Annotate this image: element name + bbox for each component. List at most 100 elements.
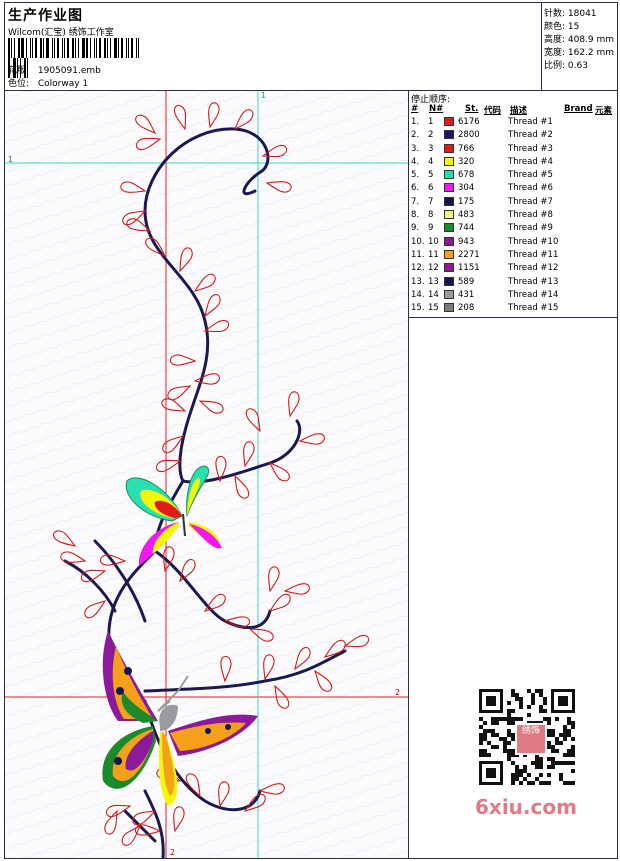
row-code: 1151 — [458, 263, 480, 274]
row-code: 431 — [458, 289, 475, 300]
color-swatch — [444, 196, 454, 206]
barcode-bar — [96, 38, 97, 58]
col-stop: St. — [465, 104, 479, 114]
row-desc: Thread #2 — [508, 130, 553, 141]
design-height: 高度: 408.9 mm — [544, 35, 615, 45]
barcode-bar — [99, 38, 101, 58]
embroidery-drawing — [5, 91, 408, 858]
barcode-bar — [11, 38, 12, 58]
thread-row: 4. 4 320 Thread #4 — [409, 156, 617, 169]
barcode-bar — [126, 38, 127, 58]
barcode-bar — [131, 38, 133, 58]
row-number: 3 — [428, 143, 434, 154]
row-index: 11. — [411, 249, 425, 260]
thread-row: 9. 9 744 Thread #9 — [409, 222, 617, 235]
row-code: 766 — [458, 143, 475, 154]
design-stats: 针数: 18041 颜色: 15 高度: 408.9 mm 宽度: 162.2 … — [542, 3, 617, 90]
row-desc: Thread #1 — [508, 117, 553, 127]
design-width: 宽度: 162.2 mm — [544, 48, 615, 58]
color-swatch — [444, 249, 454, 259]
row-code: 175 — [458, 196, 475, 207]
barcode-bar — [136, 38, 137, 58]
color-swatch — [444, 170, 454, 180]
row-code: 943 — [458, 236, 475, 247]
barcode-bar — [128, 38, 129, 58]
row-index: 3. — [411, 143, 420, 154]
row-code: 744 — [458, 223, 475, 234]
colorway-value: Colorway 1 — [37, 79, 89, 89]
barcode-bar — [43, 38, 44, 58]
thread-row: 10. 10 943 Thread #10 — [409, 236, 617, 249]
design-file-label: 花版: — [8, 66, 30, 76]
row-desc: Thread #8 — [508, 210, 553, 221]
row-desc: Thread #5 — [508, 170, 553, 181]
barcode-bar — [67, 38, 69, 58]
barcode-bar — [86, 38, 88, 58]
barcode-bar — [104, 38, 106, 58]
barcode-bar — [62, 38, 63, 58]
thread-row: 13. 13 589 Thread #13 — [409, 276, 617, 289]
row-number: 9 — [428, 223, 434, 234]
guide-label-v2: 2 — [170, 848, 176, 857]
barcode-bar — [75, 38, 76, 58]
row-index: 13. — [411, 276, 425, 287]
barcode-bar — [72, 38, 74, 58]
barcode-bar — [35, 38, 37, 58]
color-swatch — [444, 236, 454, 246]
color-swatch — [444, 143, 454, 153]
col-brand: Brand — [564, 104, 593, 114]
row-code: 208 — [458, 303, 475, 314]
barcode-bar — [8, 38, 10, 58]
stitch-count: 针数: 18041 — [544, 9, 597, 19]
color-swatch — [444, 156, 454, 166]
thread-list-divider — [409, 317, 617, 318]
thread-panel: 停止顺序: # N# St. 代码 描述 Brand 元素 1. 1 6176 Thr… — [409, 91, 617, 858]
color-swatch — [444, 263, 454, 273]
barcode-bar — [18, 38, 20, 58]
row-code: 2271 — [458, 249, 480, 260]
row-code: 483 — [458, 210, 475, 221]
barcode-bar — [30, 38, 31, 58]
qr-stamp: 绣饰 — [515, 723, 547, 755]
thread-row: 1. 1 6176 Thread #1 — [409, 116, 617, 129]
barcode-bar — [21, 38, 24, 58]
site-logo: 6xiu.com — [475, 795, 577, 819]
row-number: 8 — [428, 210, 434, 221]
guide-label-h2: 2 — [395, 688, 401, 697]
row-index: 4. — [411, 156, 420, 167]
color-swatch — [444, 276, 454, 286]
row-code: 320 — [458, 156, 475, 167]
col-number: N# — [429, 104, 444, 114]
colorway-label: 色位: — [8, 79, 30, 89]
design-file-line: 花版: 1905091.emb — [8, 63, 101, 76]
thread-row: 3. 3 766 Thread #3 — [409, 143, 617, 156]
row-desc: Thread #6 — [508, 183, 553, 194]
row-index: 15. — [411, 303, 425, 314]
row-number: 12 — [428, 263, 439, 274]
row-desc: Thread #13 — [508, 276, 559, 287]
row-index: 5. — [411, 170, 420, 181]
color-swatch — [444, 183, 454, 193]
barcode-bar — [52, 38, 53, 58]
row-desc: Thread #15 — [508, 303, 559, 314]
barcode-bar — [54, 38, 55, 58]
row-desc: Thread #14 — [508, 289, 559, 300]
row-desc: Thread #3 — [508, 143, 553, 154]
thread-row: 7. 7 175 Thread #7 — [409, 196, 617, 209]
barcode — [8, 38, 142, 78]
col-desc: 描述 — [510, 106, 528, 116]
barcode-bar — [14, 38, 15, 58]
thread-row: 2. 2 2800 Thread #2 — [409, 129, 617, 142]
thread-row: 11. 11 2271 Thread #11 — [409, 249, 617, 262]
row-index: 14. — [411, 289, 425, 300]
col-code: 代码 — [484, 106, 502, 116]
row-number: 15 — [428, 303, 439, 314]
sheet-header: 生产作业图 Wilcom(汇宝) 绣饰工作室 花版: 1905091.emb 色… — [5, 3, 617, 91]
row-desc: Thread #9 — [508, 223, 553, 234]
row-desc: Thread #12 — [508, 263, 559, 274]
thread-row: 15. 15 208 Thread #15 — [409, 302, 617, 315]
color-count: 颜色: 15 — [544, 22, 580, 32]
row-number: 2 — [428, 130, 434, 141]
sheet-title: 生产作业图 — [8, 8, 83, 24]
row-code: 304 — [458, 183, 475, 194]
